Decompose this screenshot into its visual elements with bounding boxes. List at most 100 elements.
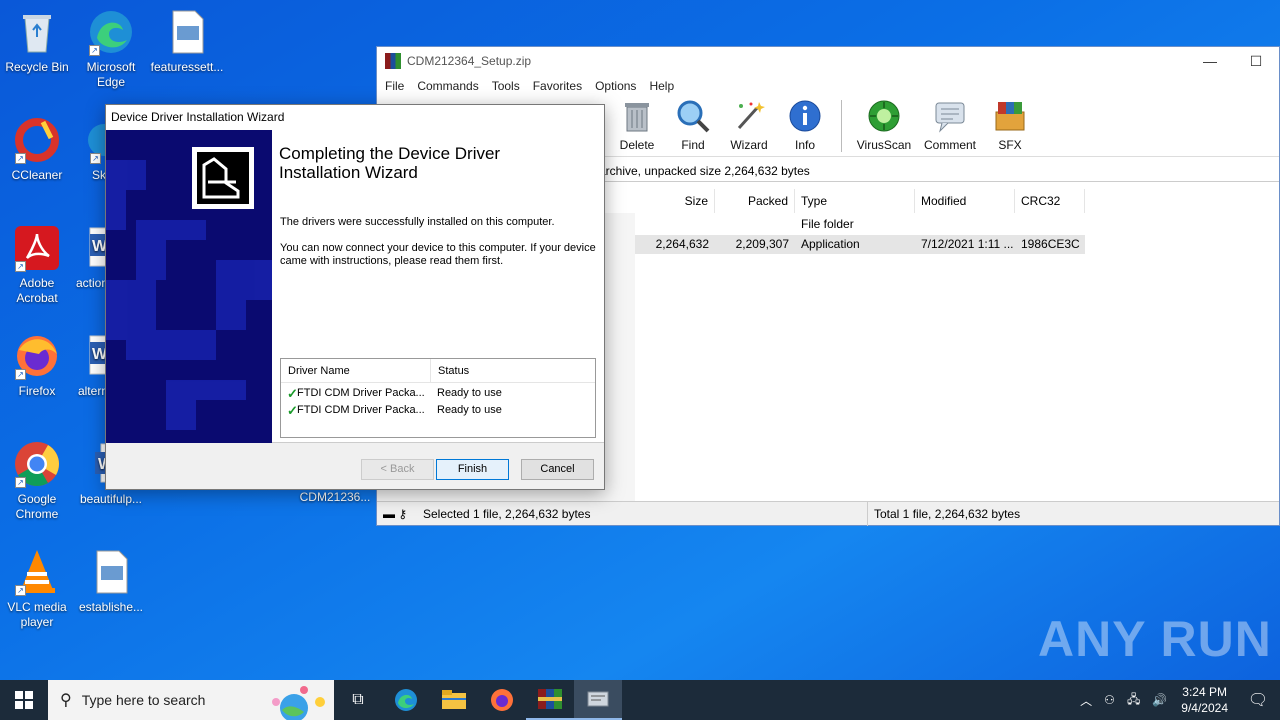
svg-text:W: W xyxy=(92,238,106,255)
desktop-icon-edge[interactable]: ↗ Microsoft Edge xyxy=(74,8,148,90)
desktop-icon-ccleaner[interactable]: ↗ CCleaner xyxy=(0,116,74,183)
recycle-bin-icon xyxy=(13,8,61,56)
comment-button[interactable]: Comment xyxy=(918,98,982,156)
system-tray: ︿ ⚇ 🖧 🔊 3:24 PM 9/4/2024 🗨 xyxy=(1080,684,1280,716)
wizard-heading: Completing the Device Driver Installatio… xyxy=(279,144,501,182)
shortcut-arrow-icon: ↗ xyxy=(89,45,100,56)
shortcut-arrow-icon: ↗ xyxy=(15,369,26,380)
status-total: Total 1 file, 2,264,632 bytes xyxy=(874,507,1021,521)
comment-label: Comment xyxy=(923,138,976,152)
shortcut-arrow-icon: ↗ xyxy=(15,477,26,488)
shortcut-arrow-icon: ↗ xyxy=(15,153,26,164)
find-button[interactable]: Find xyxy=(665,98,721,156)
people-icon[interactable]: ⚇ xyxy=(1104,693,1115,707)
toolbar-separator xyxy=(841,100,842,152)
desktop-icon-cdm21236[interactable]: CDM21236... xyxy=(298,490,372,505)
clock-date: 9/4/2024 xyxy=(1181,701,1228,715)
column-crc32[interactable]: CRC32 xyxy=(1015,189,1085,213)
desktop-icon-label: establishe... xyxy=(78,600,144,614)
taskbar: ⚲ Type here to search ⧉ ︿ ⚇ 🖧 🔊 3:24 PM … xyxy=(0,680,1280,720)
desktop-icon-sk[interactable]: ↗ Sk xyxy=(74,116,108,183)
column-type[interactable]: Type xyxy=(795,189,915,213)
menu-commands[interactable]: Commands xyxy=(417,79,478,93)
wizard-instructions-text: You can now connect your device to this … xyxy=(280,242,596,267)
desktop-icon-altern[interactable]: W altern xyxy=(74,332,108,399)
menu-tools[interactable]: Tools xyxy=(492,79,520,93)
menu-file[interactable]: File xyxy=(385,79,404,93)
app-icon: ↗ xyxy=(76,116,108,164)
shortcut-arrow-icon: ↗ xyxy=(90,153,101,164)
taskbar-winrar[interactable] xyxy=(526,680,574,720)
desktop-icon-label: Sk xyxy=(91,168,106,182)
start-button[interactable] xyxy=(0,680,48,720)
finish-button[interactable]: Finish xyxy=(436,459,509,480)
svg-text:W: W xyxy=(92,346,106,363)
trash-icon xyxy=(619,98,655,134)
search-highlight-image-icon xyxy=(272,686,325,720)
notification-icon[interactable]: 🗨 xyxy=(1236,690,1280,710)
row-type: File folder xyxy=(801,217,854,231)
header-driver-name[interactable]: Driver Name xyxy=(281,359,431,382)
row-packed: 2,209,307 xyxy=(735,237,789,251)
task-view-icon: ⧉ xyxy=(352,691,364,708)
desktop-icon-label: VLC media player xyxy=(7,600,67,629)
magnifier-icon xyxy=(675,98,711,134)
clock[interactable]: 3:24 PM 9/4/2024 xyxy=(1173,684,1236,716)
network-icon[interactable]: 🖧 xyxy=(1127,690,1140,711)
table-row[interactable]: ✓ FTDI CDM Driver Packa... Ready to use xyxy=(281,402,595,419)
desktop-icon-label: featuressett... xyxy=(150,60,224,74)
desktop-icon-vlc[interactable]: ↗ VLC media player xyxy=(0,548,74,630)
info-label: Info xyxy=(794,138,815,152)
header-status[interactable]: Status xyxy=(431,359,469,382)
task-view-button[interactable]: ⧉ xyxy=(334,680,382,720)
driver-name: FTDI CDM Driver Packa... xyxy=(297,387,425,399)
taskbar-edge[interactable] xyxy=(382,680,430,720)
virusscan-button[interactable]: VirusScan xyxy=(850,98,918,156)
taskbar-firefox[interactable] xyxy=(478,680,526,720)
wizard-titlebar[interactable]: Device Driver Installation Wizard xyxy=(106,105,604,130)
column-packed[interactable]: Packed xyxy=(715,189,795,213)
desktop-icon-label: Firefox xyxy=(18,384,56,398)
desktop-icon-label: action xyxy=(75,276,108,290)
back-button[interactable]: < Back xyxy=(361,459,434,480)
desktop-icon-featuressett[interactable]: featuressett... xyxy=(150,8,224,75)
search-icon: ⚲ xyxy=(60,692,72,709)
taskbar-file-explorer[interactable] xyxy=(430,680,478,720)
desktop-icon-action[interactable]: W action xyxy=(74,224,108,291)
menu-help[interactable]: Help xyxy=(649,79,674,93)
winrar-titlebar[interactable]: CDM212364_Setup.zip — ☐ xyxy=(377,47,1279,75)
menu-favorites[interactable]: Favorites xyxy=(533,79,582,93)
info-button[interactable]: Info xyxy=(777,98,833,156)
driver-status: Ready to use xyxy=(437,404,502,416)
drive-icon[interactable]: ▬ ⚷ xyxy=(383,502,407,526)
taskbar-driver-installer[interactable] xyxy=(574,680,622,720)
wizard-button[interactable]: Wizard xyxy=(721,98,777,156)
wizard-success-text: The drivers were successfully installed … xyxy=(280,216,555,228)
minimize-button[interactable]: — xyxy=(1187,53,1233,70)
virusscan-icon xyxy=(866,98,902,134)
info-icon xyxy=(787,98,823,134)
sfx-button[interactable]: SFX xyxy=(982,98,1038,156)
ccleaner-icon: ↗ xyxy=(13,116,61,164)
desktop-icon-firefox[interactable]: ↗ Firefox xyxy=(0,332,74,399)
desktop-icon-adobe-acrobat[interactable]: ↗ Adobe Acrobat xyxy=(0,224,74,306)
find-label: Find xyxy=(681,138,705,152)
acrobat-icon: ↗ xyxy=(13,224,61,272)
table-row[interactable]: ✓ FTDI CDM Driver Packa... Ready to use xyxy=(281,385,595,402)
show-hidden-icons-chevron-icon[interactable]: ︿ xyxy=(1080,692,1092,709)
desktop-icon-label: CDM21236... xyxy=(299,490,371,504)
menu-options[interactable]: Options xyxy=(595,79,636,93)
driver-table[interactable]: Driver Name Status ✓ FTDI CDM Driver Pac… xyxy=(280,358,596,438)
driver-wizard-dialog[interactable]: Device Driver Installation Wizard Comple… xyxy=(105,104,605,490)
column-modified[interactable]: Modified xyxy=(915,189,1015,213)
maximize-button[interactable]: ☐ xyxy=(1233,53,1279,70)
desktop-icon-recycle-bin[interactable]: Recycle Bin xyxy=(0,8,74,75)
desktop-icon-google-chrome[interactable]: ↗ Google Chrome xyxy=(0,440,74,522)
taskbar-search[interactable]: ⚲ Type here to search xyxy=(48,680,334,720)
delete-button[interactable]: Delete xyxy=(609,98,665,156)
desktop-icon-label: CCleaner xyxy=(11,168,63,182)
cancel-button[interactable]: Cancel xyxy=(521,459,594,480)
volume-icon[interactable]: 🔊 xyxy=(1152,693,1167,707)
desktop-icon-establishe[interactable]: establishe... xyxy=(74,548,148,615)
column-size[interactable]: Size xyxy=(635,189,715,213)
